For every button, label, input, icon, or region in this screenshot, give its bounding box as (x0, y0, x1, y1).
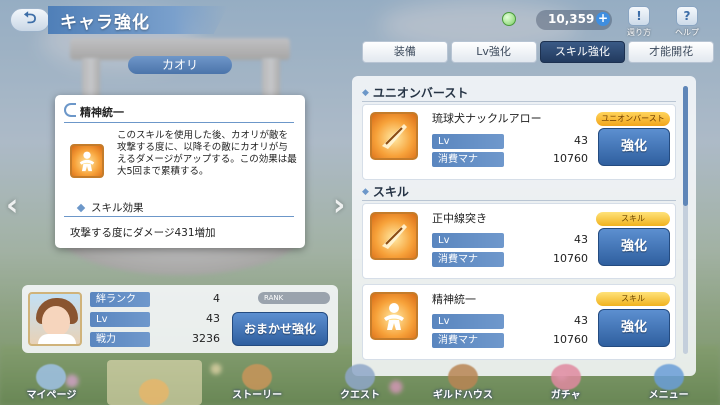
diamond-icon: ◆ (362, 87, 369, 98)
skill-level-row: Lv 43 (432, 233, 588, 248)
skill-cost-row: 消費マナ 10760 (432, 152, 588, 167)
jewel-icon (502, 12, 516, 26)
enhance-tabs: 装備 Lv強化 スキル強化 才能開花 (362, 41, 714, 63)
section-union-burst-label: ユニオンバースト (372, 86, 469, 100)
skill-name: 正中線突き (432, 212, 487, 225)
power-row: 戦力 3236 (90, 332, 220, 347)
help-button[interactable]: ? ヘルプ (670, 6, 704, 38)
menu-icon (653, 364, 684, 390)
quest-icon (345, 364, 375, 390)
mana-add-button[interactable]: + (596, 12, 610, 26)
skill-type-badge: スキル (596, 212, 670, 226)
popup-divider (64, 216, 294, 217)
story-icon (242, 364, 273, 390)
enhance-button[interactable]: 強化 (598, 309, 670, 347)
tab-skill-up[interactable]: スキル強化 (539, 41, 626, 63)
skill-cost-value: 10760 (553, 333, 588, 346)
enhance-button[interactable]: 強化 (598, 128, 670, 166)
skill-cost-value: 10760 (553, 252, 588, 265)
nav-guild-house[interactable]: ギルドハウス (411, 358, 514, 405)
level-value: 43 (206, 312, 220, 325)
skill-level-value: 43 (574, 314, 588, 327)
level-label: Lv (90, 312, 150, 327)
bottom-nav: マイページ ストーリー クエスト ギルドハウス ガチャ メニュー (0, 358, 720, 405)
prev-character-arrow[interactable]: ‹ (6, 188, 18, 223)
skill-cost-row: 消費マナ 10760 (432, 252, 588, 267)
skill-name: 琉球犬ナックルアロー (432, 112, 542, 125)
bond-rank-label: 絆ランク (90, 292, 150, 307)
mana-value: 10,359 (548, 12, 595, 26)
nav-quest[interactable]: クエスト (309, 358, 412, 405)
character-avatar[interactable] (28, 292, 82, 346)
union-burst-skill-icon (370, 112, 418, 160)
section-divider (362, 101, 676, 102)
skill-level-value: 43 (574, 233, 588, 246)
rank-badge: RANK (258, 292, 330, 304)
source-button[interactable]: ! 週り方 (622, 6, 656, 38)
guild-house-icon (447, 364, 478, 390)
popup-effect-heading: スキル効果 (76, 200, 144, 215)
popup-skill-description: このスキルを使用した後、カオリが敵を攻撃する度に、以降その敵にカオリが与えるダメ… (117, 130, 297, 177)
skill-cost-value: 10760 (553, 152, 588, 165)
next-character-arrow[interactable]: › (333, 188, 345, 223)
help-icon: ? (676, 6, 698, 26)
skill-level-row: Lv 43 (432, 134, 588, 149)
skill-name: 精神統一 (432, 293, 476, 306)
popup-divider (64, 122, 294, 123)
skill-cost-label: 消費マナ (432, 152, 504, 167)
power-label: 戦力 (90, 332, 150, 347)
focus-skill-icon[interactable] (370, 292, 418, 340)
level-row: Lv 43 (90, 312, 220, 327)
skill-level-label: Lv (432, 134, 504, 149)
skill-level-label: Lv (432, 233, 504, 248)
bond-rank-value: 4 (213, 292, 220, 305)
section-union-burst: ◆ ユニオンバースト (362, 84, 468, 101)
popup-effect-heading-label: スキル効果 (91, 202, 144, 214)
enhance-button[interactable]: 強化 (598, 228, 670, 266)
popup-skill-name: 精神統一 (80, 106, 124, 119)
page-title: キャラ強化 (60, 13, 150, 33)
nav-menu[interactable]: メニュー (617, 358, 720, 405)
adventure-icon (139, 379, 170, 405)
skill-type-badge: スキル (596, 292, 670, 306)
help-button-label: ヘルプ (675, 28, 699, 37)
skill-cost-row: 消費マナ 10760 (432, 333, 588, 348)
tab-equipment[interactable]: 装備 (362, 41, 448, 63)
section-divider (362, 200, 676, 201)
skill-level-value: 43 (574, 134, 588, 147)
nav-my-page[interactable]: マイページ (0, 358, 103, 405)
skill-level-label: Lv (432, 314, 504, 329)
auto-enhance-button[interactable]: おまかせ強化 (232, 312, 328, 346)
skill-level-row: Lv 43 (432, 314, 588, 329)
skill-type-badge: ユニオンバースト (596, 112, 670, 126)
scrollbar-thumb[interactable] (683, 86, 688, 206)
gacha-icon (550, 364, 581, 390)
popup-skill-icon (70, 144, 104, 178)
skill-cost-label: 消費マナ (432, 333, 504, 348)
tab-level-up[interactable]: Lv強化 (450, 41, 537, 63)
diamond-icon (76, 203, 86, 212)
popup-effect-text: 攻撃する度にダメージ431増加 (70, 227, 216, 239)
tab-talent[interactable]: 才能開花 (628, 41, 714, 63)
power-value: 3236 (192, 332, 220, 345)
nav-adventure[interactable] (103, 358, 206, 405)
nav-story[interactable]: ストーリー (206, 358, 309, 405)
skill-cost-label: 消費マナ (432, 252, 504, 267)
source-icon: ! (628, 6, 650, 26)
section-skill-label: スキル (372, 185, 409, 199)
skill-title-icon (64, 103, 76, 117)
back-button[interactable]: ⮌ (10, 8, 50, 32)
nav-gacha[interactable]: ガチャ (514, 358, 617, 405)
character-name: カオリ (128, 56, 232, 74)
skill-1-icon (370, 212, 418, 260)
bond-rank-row: 絆ランク 4 (90, 292, 220, 307)
diamond-icon: ◆ (362, 186, 369, 197)
source-button-label: 週り方 (627, 28, 651, 37)
section-skill: ◆ スキル (362, 183, 409, 200)
